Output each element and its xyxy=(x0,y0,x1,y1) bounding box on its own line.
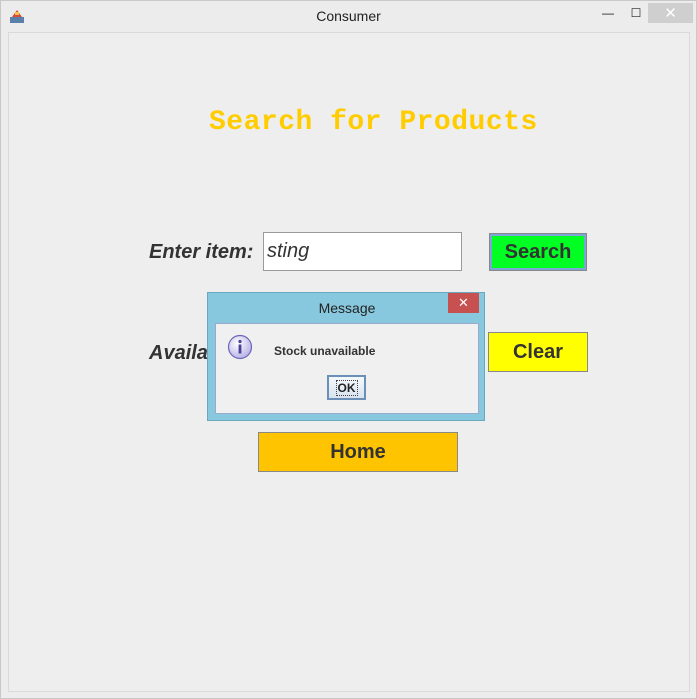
dialog-title: Message xyxy=(318,300,376,316)
dialog-body: Stock unavailable OK xyxy=(215,323,479,414)
search-button[interactable]: Search xyxy=(489,233,587,271)
window-title: Consumer xyxy=(316,8,381,24)
info-icon xyxy=(227,334,253,360)
app-window: Consumer — ☐ ✕ Search for Products Enter… xyxy=(0,0,697,699)
dialog-message: Stock unavailable xyxy=(274,344,376,358)
ok-button[interactable]: OK xyxy=(327,375,366,400)
clear-button[interactable]: Clear xyxy=(488,332,588,372)
dialog-close-button[interactable]: ✕ xyxy=(448,293,479,313)
page-title: Search for Products xyxy=(209,107,538,138)
enter-item-label: Enter item: xyxy=(149,241,254,263)
item-search-input[interactable] xyxy=(263,232,462,271)
message-dialog: Message ✕ Stock unavailable OK xyxy=(207,292,485,421)
ok-button-label: OK xyxy=(335,379,358,396)
close-button[interactable]: ✕ xyxy=(648,3,693,23)
availability-label: Availa xyxy=(149,342,208,364)
maximize-button[interactable]: ☐ xyxy=(625,3,647,23)
home-button[interactable]: Home xyxy=(258,432,458,472)
minimize-button[interactable]: — xyxy=(597,3,619,23)
title-bar: Consumer — ☐ ✕ xyxy=(1,1,696,31)
